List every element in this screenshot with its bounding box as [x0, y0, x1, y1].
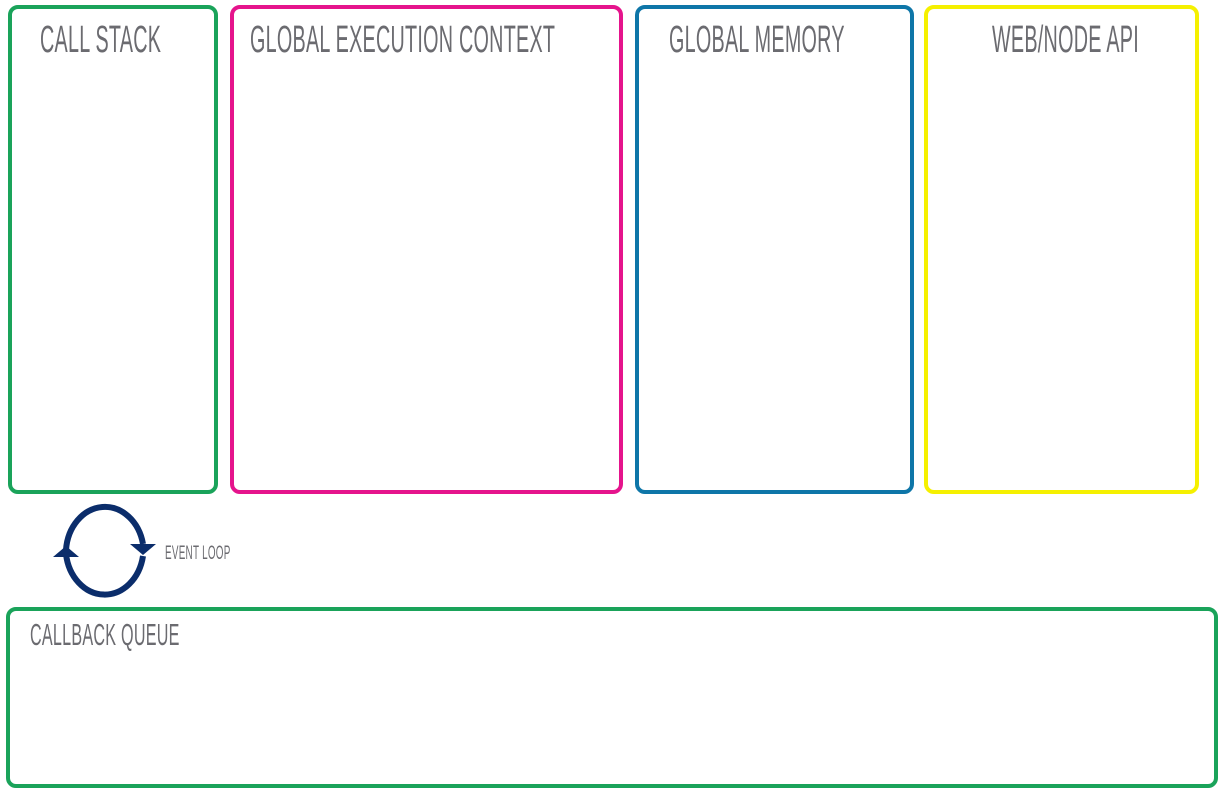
event-loop-label: EVENT LOOP: [165, 543, 231, 564]
event-loop-arrow-right: [130, 544, 156, 555]
call-stack-panel: CALL STACK: [8, 5, 218, 494]
event-loop-arc-top: [63, 503, 146, 551]
event-loop-arrow-left: [53, 546, 79, 557]
global-memory-title: GLOBAL MEMORY: [669, 19, 845, 61]
web-node-api-panel: WEB/NODE API: [924, 5, 1199, 494]
global-execution-context-title: GLOBAL EXECUTION CONTEXT: [250, 19, 556, 61]
global-memory-panel: GLOBAL MEMORY: [635, 5, 914, 494]
global-execution-context-panel: GLOBAL EXECUTION CONTEXT: [230, 5, 623, 494]
call-stack-title: CALL STACK: [40, 19, 162, 61]
event-loop-arc-bottom: [63, 553, 146, 598]
callback-queue-title: CALLBACK QUEUE: [30, 617, 180, 652]
callback-queue-panel: CALLBACK QUEUE: [6, 607, 1218, 788]
event-loop-icon: [53, 503, 156, 598]
web-node-api-title: WEB/NODE API: [992, 19, 1139, 61]
